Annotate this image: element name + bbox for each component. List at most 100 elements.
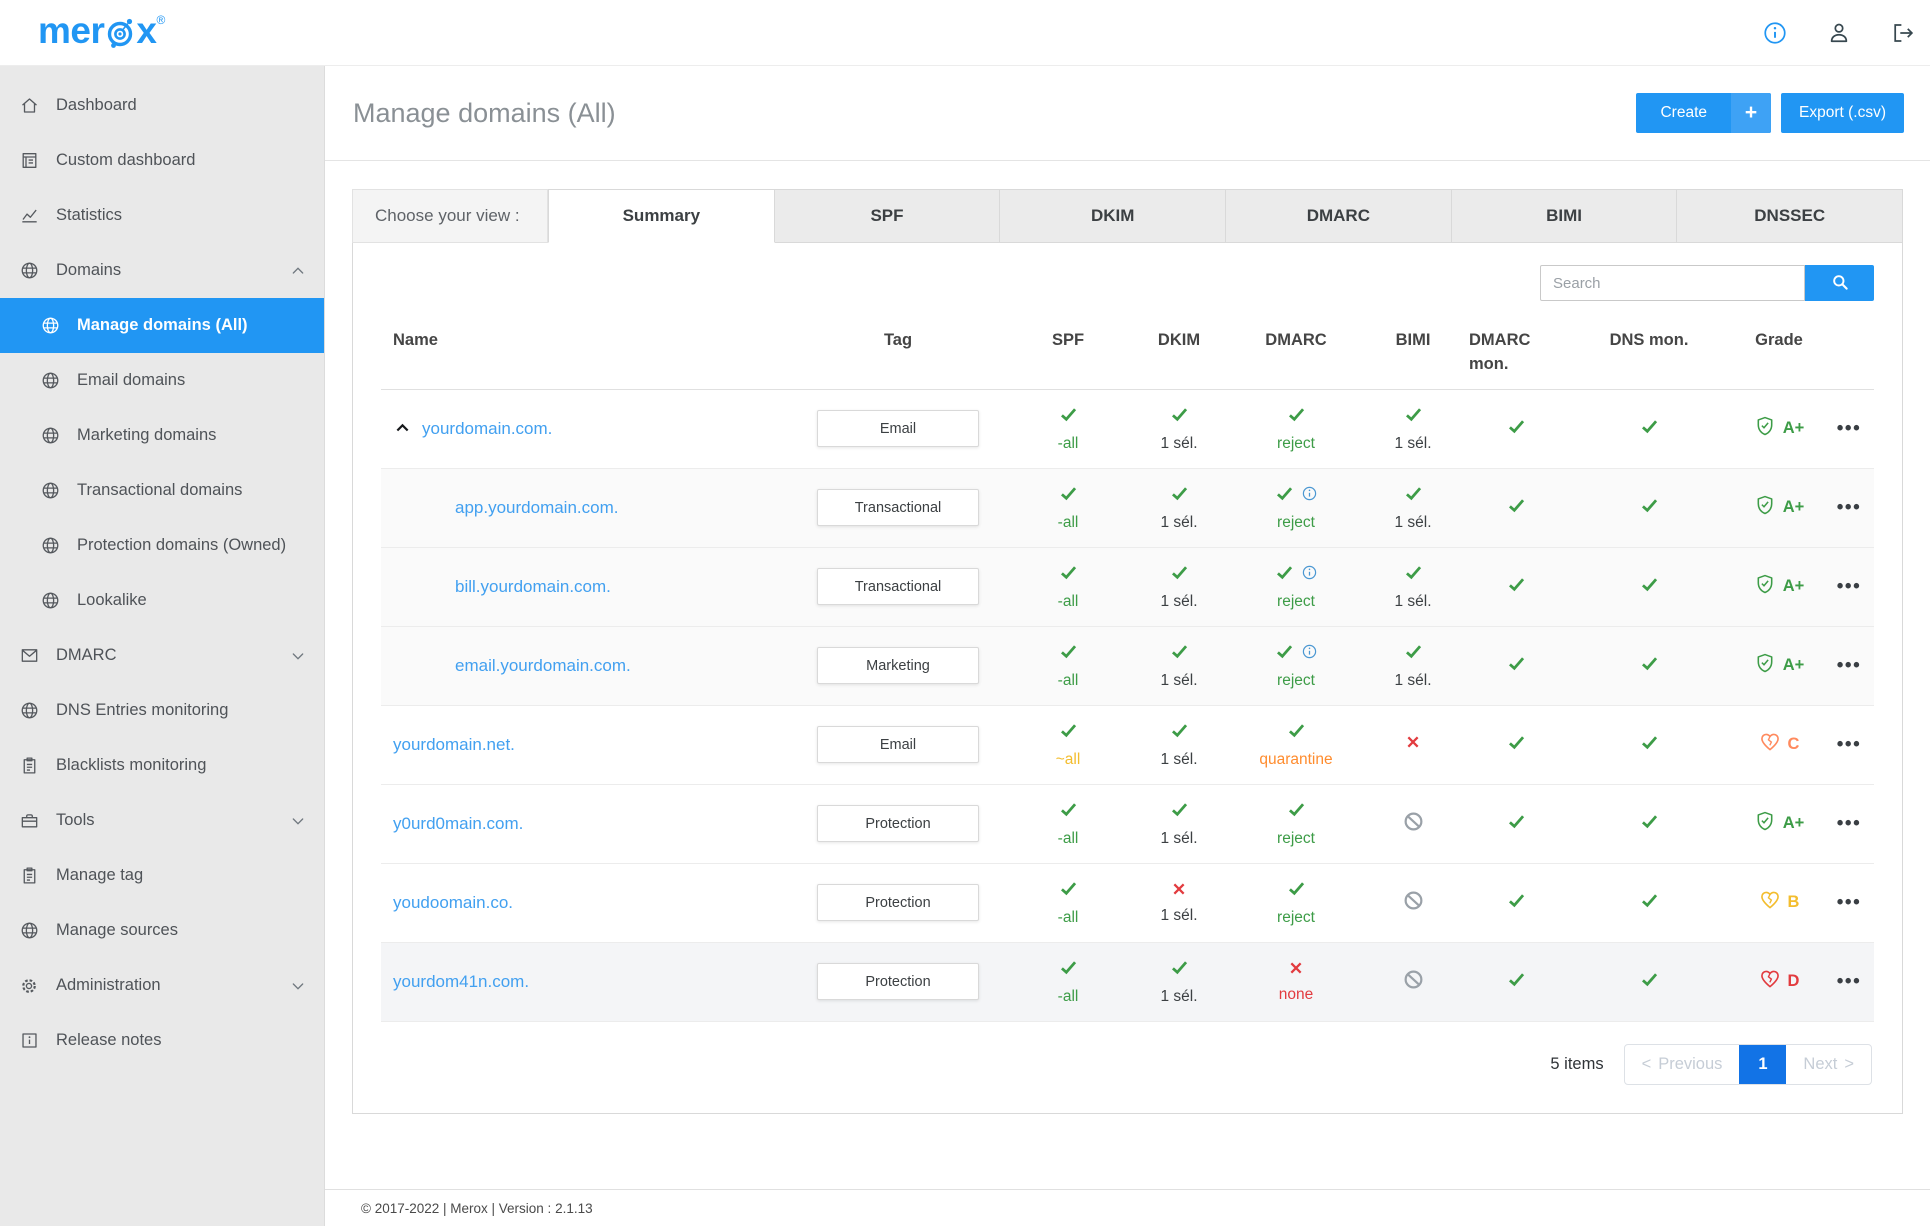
sidebar-item-custom-dashboard[interactable]: Custom dashboard (0, 133, 324, 188)
tag-cell: Email (783, 726, 1013, 764)
spf-cell: -all (1013, 562, 1123, 611)
logo-text-pre: mer (38, 10, 105, 51)
mail-icon (17, 645, 41, 666)
dns-mon-cell (1564, 969, 1734, 995)
dkim-cell: 1 sél. (1123, 799, 1235, 848)
globe-icon (38, 425, 62, 446)
logout-icon[interactable] (1890, 20, 1916, 46)
sidebar-item-statistics[interactable]: Statistics (0, 188, 324, 243)
user-icon[interactable] (1826, 20, 1852, 46)
sidebar-item-tools[interactable]: Tools (0, 793, 324, 848)
broken-heart-grade-icon (1759, 889, 1781, 916)
sidebar-item-transactional-domains[interactable]: Transactional domains (0, 463, 324, 518)
check-icon (1639, 969, 1660, 995)
domain-link[interactable]: app.yourdomain.com. (455, 498, 618, 518)
sidebar-item-manage-domains-all[interactable]: Manage domains (All) (0, 298, 324, 353)
sidebar-item-dmarc[interactable]: DMARC (0, 628, 324, 683)
row-actions-button[interactable]: ••• (1824, 813, 1874, 835)
row-actions-button[interactable]: ••• (1824, 655, 1874, 677)
next-page-button[interactable]: Next > (1786, 1045, 1871, 1084)
row-actions-button[interactable]: ••• (1824, 418, 1874, 440)
tag-badge: Email (817, 726, 979, 764)
domain-link[interactable]: yourdom41n.com. (393, 972, 529, 992)
chevron-down-icon (290, 813, 306, 829)
row-actions-button[interactable]: ••• (1824, 734, 1874, 756)
domain-link[interactable]: y0urd0main.com. (393, 814, 523, 834)
create-button[interactable]: Create + (1636, 93, 1772, 133)
bimi-cell (1357, 968, 1469, 996)
row-actions-button[interactable]: ••• (1824, 576, 1874, 598)
table-row: yourdomain.net. Email ~all 1 sél. quarantine… (381, 706, 1874, 785)
grade-cell: B (1734, 889, 1824, 916)
sidebar-item-marketing-domains[interactable]: Marketing domains (0, 408, 324, 463)
sidebar-item-manage-tag[interactable]: Manage tag (0, 848, 324, 903)
check-icon (1506, 495, 1527, 521)
dkim-cell: 1 sél. (1123, 720, 1235, 769)
tab-dkim[interactable]: DKIM (1000, 189, 1227, 243)
domain-link[interactable]: bill.yourdomain.com. (455, 577, 611, 597)
sidebar-item-blacklists-monitoring[interactable]: Blacklists monitoring (0, 738, 324, 793)
sidebar-item-email-domains[interactable]: Email domains (0, 353, 324, 408)
sidebar-item-dashboard[interactable]: Dashboard (0, 78, 324, 133)
spf-cell: -all (1013, 799, 1123, 848)
globe-icon (38, 370, 62, 391)
domain-link[interactable]: email.yourdomain.com. (455, 656, 631, 676)
name-cell: yourdomain.net. (381, 735, 783, 755)
dmarc-mon-cell (1469, 811, 1564, 837)
table-header: Name Tag SPF DKIM DMARC BIMI DMARC mon. DNS mon.… (381, 315, 1874, 390)
globe-icon (17, 260, 41, 281)
sidebar-item-release-notes[interactable]: Release notes (0, 1013, 324, 1068)
row-expander-icon[interactable] (393, 419, 412, 438)
tab-dnssec[interactable]: DNSSEC (1677, 189, 1904, 243)
tab-dmarc[interactable]: DMARC (1226, 189, 1452, 243)
check-icon (1286, 799, 1307, 825)
current-page[interactable]: 1 (1739, 1044, 1787, 1084)
row-actions-button[interactable]: ••• (1824, 892, 1874, 914)
chevron-left-icon: < (1641, 1054, 1652, 1073)
dmarc-cell: quarantine (1235, 720, 1357, 769)
previous-page-button[interactable]: < Previous (1625, 1045, 1740, 1084)
info-icon[interactable] (1301, 564, 1318, 586)
grade-cell: A+ (1734, 415, 1824, 442)
sidebar-item-dns-entries-monitoring[interactable]: DNS Entries monitoring (0, 683, 324, 738)
spf-cell: -all (1013, 483, 1123, 532)
tag-cell: Transactional (783, 568, 1013, 606)
check-icon (1274, 562, 1295, 588)
sidebar-item-domains[interactable]: Domains (0, 243, 324, 298)
grade-letter: A+ (1782, 577, 1805, 596)
items-count: 5 items (1550, 1054, 1604, 1073)
sidebar-item-administration[interactable]: Administration (0, 958, 324, 1013)
search-button[interactable] (1805, 265, 1874, 301)
top-header: mer x ® (0, 0, 1930, 66)
check-icon (1639, 811, 1660, 837)
domain-link[interactable]: yourdomain.net. (393, 735, 515, 755)
check-icon (1403, 562, 1424, 588)
sidebar-item-protection-domains-owned[interactable]: Protection domains (Owned) (0, 518, 324, 573)
broken-heart-grade-icon (1759, 731, 1781, 758)
check-icon (1639, 574, 1660, 600)
tag-cell: Marketing (783, 647, 1013, 685)
column-header-actions (1824, 329, 1874, 377)
tab-summary[interactable]: Summary (548, 189, 775, 243)
table-row: bill.yourdomain.com. Transactional -all 1 s… (381, 547, 1874, 627)
check-icon (1058, 483, 1079, 509)
row-actions-button[interactable]: ••• (1824, 497, 1874, 519)
row-actions-button[interactable]: ••• (1824, 971, 1874, 993)
dns-mon-cell (1564, 495, 1734, 521)
tab-bimi[interactable]: BIMI (1451, 189, 1678, 243)
grade-cell: A+ (1734, 652, 1824, 679)
tab-spf[interactable]: SPF (774, 189, 1001, 243)
check-icon (1286, 720, 1307, 746)
domain-link[interactable]: yourdomain.com. (422, 419, 552, 439)
table-body: yourdomain.com. Email -all 1 sél. reject 1 sé… (381, 390, 1874, 1022)
info-icon[interactable] (1762, 20, 1788, 46)
info-icon[interactable] (1301, 643, 1318, 665)
merox-logo[interactable]: mer x ® (38, 11, 165, 54)
sidebar-item-manage-sources[interactable]: Manage sources (0, 903, 324, 958)
clipboard-icon (17, 755, 41, 776)
info-icon[interactable] (1301, 485, 1318, 507)
sidebar-item-lookalike[interactable]: Lookalike (0, 573, 324, 628)
domain-link[interactable]: youdoomain.co. (393, 893, 513, 913)
search-input[interactable] (1540, 265, 1805, 301)
export-csv-button[interactable]: Export (.csv) (1781, 93, 1904, 133)
